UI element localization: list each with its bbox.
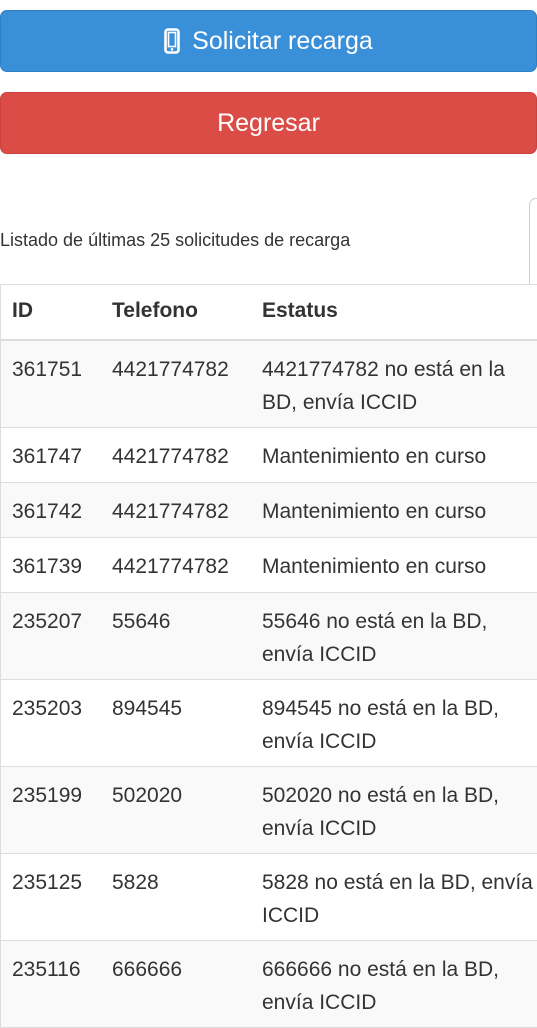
table-header-row: ID Telefono Estatus: [1, 285, 537, 341]
row-id: 235203: [12, 697, 83, 720]
row-phone: 4421774782: [112, 500, 229, 523]
header-id: ID: [12, 299, 33, 322]
row-id: 361751: [12, 358, 83, 381]
table-row: 361739 4421774782 Mantenimiento en curso: [1, 538, 537, 593]
requests-table: ID Telefono Estatus 361751 4421774782 44…: [0, 284, 537, 1028]
row-id: 361742: [12, 500, 83, 523]
row-id: 361739: [12, 555, 83, 578]
row-phone: 55646: [112, 610, 171, 633]
row-status: 894545 no está en la BD, envía ICCID: [262, 697, 500, 753]
row-status: Mantenimiento en curso: [262, 500, 487, 523]
row-phone: 4421774782: [112, 555, 229, 578]
table-row: 235116 666666 666666 no está en la BD, e…: [1, 941, 537, 1028]
row-status: 55646 no está en la BD, envía ICCID: [262, 610, 488, 666]
row-id: 235199: [12, 784, 83, 807]
table-row: 235125 5828 5828 no está en la BD, envía…: [1, 854, 537, 941]
request-recharge-button[interactable]: Solicitar recarga: [0, 10, 537, 72]
header-phone: Telefono: [112, 299, 198, 322]
row-status: Mantenimiento en curso: [262, 555, 487, 578]
header-status: Estatus: [262, 299, 338, 322]
back-button[interactable]: Regresar: [0, 92, 537, 154]
row-phone: 894545: [112, 697, 183, 720]
table-row: 361747 4421774782 Mantenimiento en curso: [1, 428, 537, 483]
row-phone: 666666: [112, 958, 183, 981]
list-caption: Listado de últimas 25 solicitudes de rec…: [0, 230, 351, 250]
table-row: 235203 894545 894545 no está en la BD, e…: [1, 680, 537, 767]
table-row: 235207 55646 55646 no está en la BD, env…: [1, 593, 537, 680]
row-phone: 4421774782: [112, 358, 229, 381]
row-phone: 5828: [112, 871, 159, 894]
row-status: 666666 no está en la BD, envía ICCID: [262, 958, 500, 1014]
row-status: 4421774782 no está en la BD, envía ICCID: [262, 358, 505, 414]
row-id: 361747: [12, 445, 83, 468]
row-status: 5828 no está en la BD, envía ICCID: [262, 871, 533, 927]
back-label: Regresar: [217, 108, 320, 137]
table-row: 235199 502020 502020 no está en la BD, e…: [1, 767, 537, 854]
row-id: 235207: [12, 610, 83, 633]
row-id: 235125: [12, 871, 83, 894]
row-status: 502020 no está en la BD, envía ICCID: [262, 784, 500, 840]
row-phone: 502020: [112, 784, 183, 807]
table-row: 361742 4421774782 Mantenimiento en curso: [1, 483, 537, 538]
row-phone: 4421774782: [112, 445, 229, 468]
table-row: 361751 4421774782 4421774782 no está en …: [1, 341, 537, 428]
mobile-phone-icon: [164, 28, 180, 54]
row-status: Mantenimiento en curso: [262, 445, 487, 468]
request-recharge-label: Solicitar recarga: [192, 26, 373, 55]
row-id: 235116: [12, 958, 81, 981]
